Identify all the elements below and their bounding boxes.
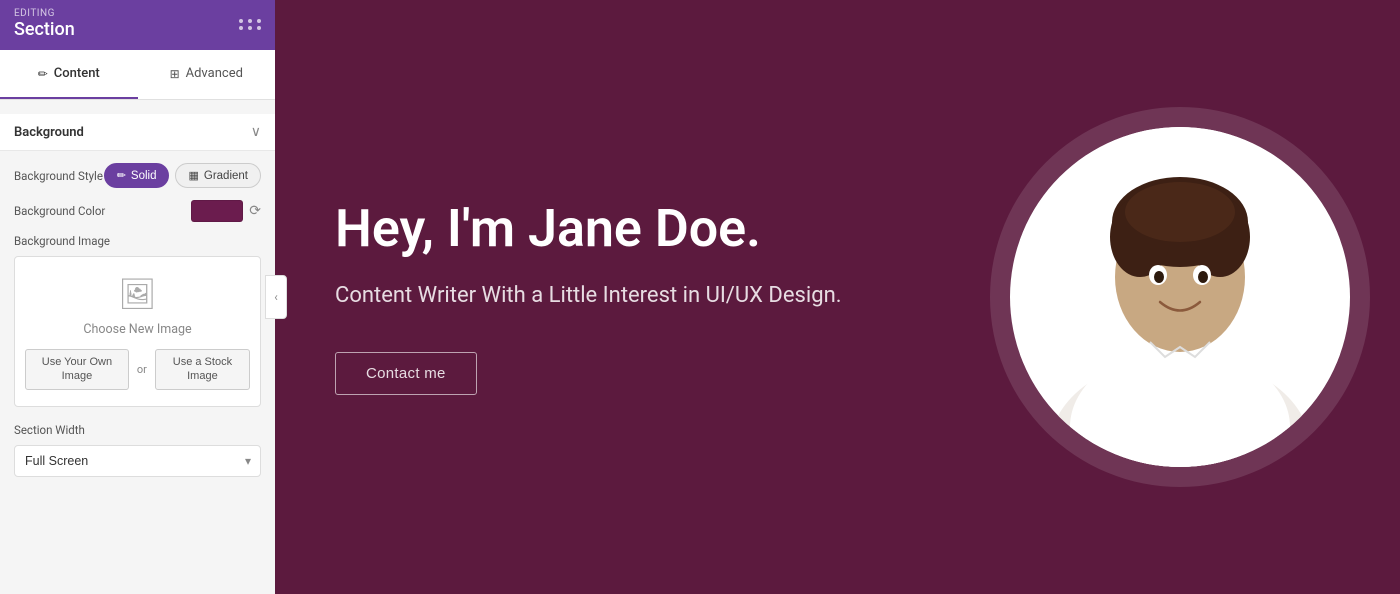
hero-heading: Hey, I'm Jane Doe. (335, 199, 920, 259)
section-width-select[interactable]: Full Screen Boxed Custom (14, 445, 261, 477)
chevron-down-icon: ∨ (251, 124, 261, 140)
sidebar: EDITING Section ✏ Content ⊞ Advanced (0, 0, 275, 594)
color-options-icon[interactable]: ⟳ (249, 203, 261, 219)
grid-icon: ⊞ (170, 67, 180, 81)
style-buttons-group: ✏ Solid ▦ Gradient (104, 163, 261, 188)
panel-content: Background ∨ Background Style ✏ Solid ▦ … (0, 100, 275, 491)
pencil-icon: ✏ (38, 67, 48, 81)
solid-label: Solid (131, 170, 157, 182)
solid-style-button[interactable]: ✏ Solid (104, 163, 170, 188)
use-stock-image-label: Use a Stock Image (173, 356, 232, 382)
hero-text-area: Hey, I'm Jane Doe. Content Writer With a… (275, 199, 980, 395)
gradient-label: Gradient (204, 170, 248, 182)
collapse-left-icon: ‹ (274, 290, 278, 304)
person-image (1020, 127, 1340, 467)
section-width-label: Section Width (14, 423, 261, 437)
pencil-icon: ✏ (117, 169, 126, 182)
drag-handle-icon[interactable] (239, 19, 263, 30)
gradient-style-button[interactable]: ▦ Gradient (175, 163, 261, 188)
background-section-title: Background (14, 125, 84, 140)
section-width-group: Section Width Full Screen Boxed Custom ▾ (14, 423, 261, 477)
use-own-image-button[interactable]: Use Your Own Image (25, 349, 129, 390)
gradient-icon: ▦ (188, 169, 198, 182)
hero-image-area (980, 0, 1400, 594)
background-color-label: Background Color (14, 204, 105, 218)
background-color-row: Background Color ⟳ (14, 200, 261, 222)
section-title: Section (14, 19, 75, 40)
background-section-header[interactable]: Background ∨ (0, 114, 275, 151)
color-row-right: ⟳ (191, 200, 261, 222)
color-swatch[interactable] (191, 200, 243, 222)
background-style-row: Background Style ✏ Solid ▦ Gradient (14, 163, 261, 188)
circle-inner (1010, 127, 1350, 467)
tab-advanced-label: Advanced (186, 66, 243, 81)
image-placeholder-icon: 🖼 (118, 277, 156, 312)
background-image-section: Background Image 🖼 Choose New Image Use … (14, 234, 261, 407)
image-buttons: Use Your Own Image or Use a Stock Image (25, 349, 250, 390)
tab-advanced[interactable]: ⊞ Advanced (138, 50, 276, 99)
editing-label: EDITING (14, 8, 75, 19)
background-section: Background ∨ Background Style ✏ Solid ▦ … (14, 114, 261, 407)
contact-button[interactable]: Contact me (335, 352, 477, 395)
use-own-image-label: Use Your Own Image (42, 356, 112, 382)
choose-image-text: Choose New Image (83, 322, 191, 337)
hero-subheading: Content Writer With a Little Interest in… (335, 279, 920, 312)
section-width-select-wrapper: Full Screen Boxed Custom ▾ (14, 445, 261, 477)
image-upload-box[interactable]: 🖼 Choose New Image Use Your Own Image or… (14, 256, 261, 407)
or-label: or (137, 363, 147, 376)
use-stock-image-button[interactable]: Use a Stock Image (155, 349, 250, 390)
panel-collapse-button[interactable]: ‹ (265, 275, 287, 319)
sidebar-header: EDITING Section (0, 0, 275, 50)
tabs-bar: ✏ Content ⊞ Advanced (0, 50, 275, 100)
tab-content[interactable]: ✏ Content (0, 50, 138, 99)
background-style-label: Background Style (14, 169, 103, 183)
background-image-label: Background Image (14, 234, 261, 248)
main-content: Hey, I'm Jane Doe. Content Writer With a… (275, 0, 1400, 594)
tab-content-label: Content (54, 66, 100, 81)
